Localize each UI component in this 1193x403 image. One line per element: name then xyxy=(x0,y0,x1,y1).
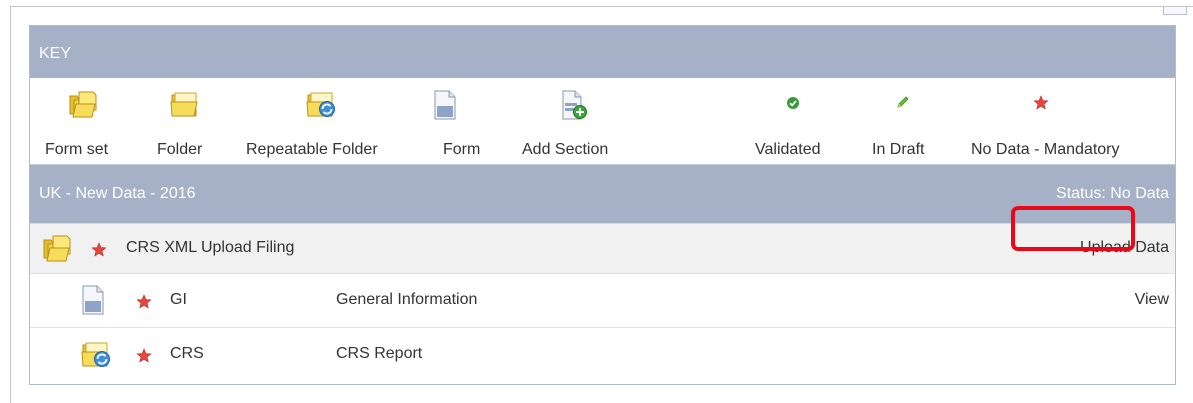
key-header: KEY xyxy=(30,26,1175,78)
row-description: CRS Report xyxy=(336,345,423,362)
row-code: CRS XML Upload Filing xyxy=(126,239,295,256)
mandatory-star-icon xyxy=(136,348,152,363)
upload-data-highlight xyxy=(1011,206,1135,251)
table-row[interactable]: CRS XML Upload Filing Upload Data xyxy=(30,223,1175,273)
draft-pencil-icon xyxy=(897,96,909,108)
form-set-icon xyxy=(43,235,71,262)
table-row[interactable]: CRS CRS Report xyxy=(30,327,1175,381)
filing-title: UK - New Data - 2016 xyxy=(39,185,196,202)
key-title: KEY xyxy=(39,45,72,62)
legend-label: Folder xyxy=(157,141,203,158)
row-code: GI xyxy=(170,291,187,308)
validated-check-icon xyxy=(787,97,799,109)
view-link[interactable]: View xyxy=(1135,291,1169,309)
legend-label: Validated xyxy=(755,141,821,158)
legend-label: Add Section xyxy=(522,141,609,158)
filing-panel: KEY Form set Folder Repeatable Folder Fo… xyxy=(29,25,1176,385)
filing-status: Status: No Data xyxy=(1056,185,1169,202)
legend-label: Form xyxy=(443,141,481,158)
form-icon xyxy=(434,90,456,120)
legend-label: Form set xyxy=(45,141,109,158)
form-set-icon xyxy=(69,91,97,118)
mandatory-star-icon xyxy=(1033,95,1049,110)
repeatable-folder-icon xyxy=(81,342,110,367)
legend-label: In Draft xyxy=(872,141,925,158)
form-icon xyxy=(82,285,104,315)
row-code: CRS xyxy=(170,345,204,362)
mandatory-star-icon xyxy=(136,294,152,309)
key-legend: Form set Folder Repeatable Folder Form A… xyxy=(30,78,1175,164)
mandatory-star-icon xyxy=(91,242,107,257)
row-description: General Information xyxy=(336,291,478,308)
repeatable-folder-icon xyxy=(306,92,335,117)
legend-label: Repeatable Folder xyxy=(246,141,378,158)
add-section-icon xyxy=(562,90,587,120)
filing-header: UK - New Data - 2016 Status: No Data xyxy=(30,164,1175,223)
legend-label: No Data - Mandatory xyxy=(971,141,1120,158)
table-row[interactable]: GI General Information View xyxy=(30,273,1175,327)
folder-icon xyxy=(170,92,198,117)
corner-widget xyxy=(1163,7,1187,15)
